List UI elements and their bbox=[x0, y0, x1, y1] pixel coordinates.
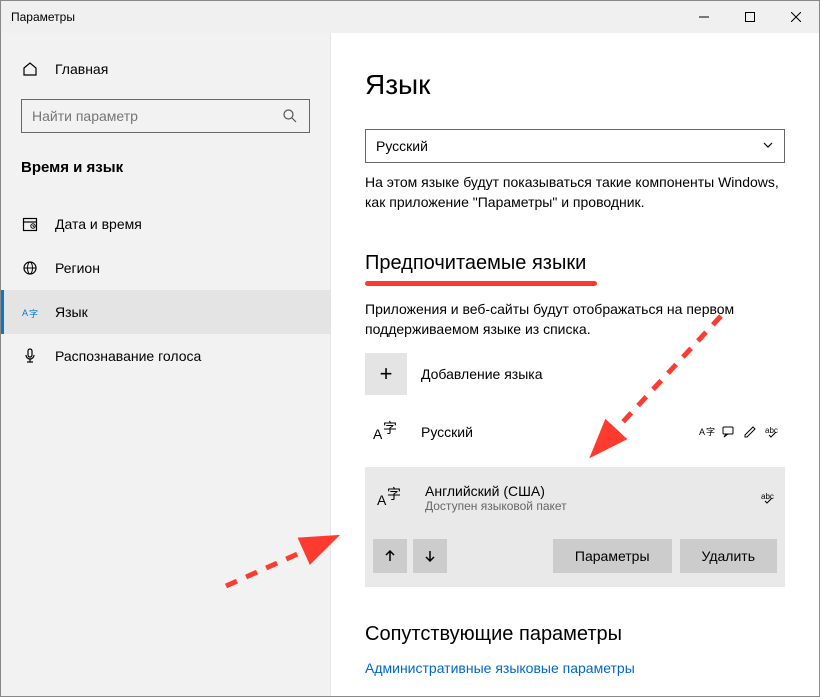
language-feature-badges: abc bbox=[761, 490, 777, 507]
home-link[interactable]: Главная bbox=[1, 53, 330, 93]
display-language-description: На этом языке будут показываться такие к… bbox=[365, 173, 785, 212]
minimize-button[interactable] bbox=[681, 1, 727, 33]
search-field[interactable] bbox=[32, 108, 281, 124]
content-pane: Язык Русский На этом языке будут показыв… bbox=[331, 33, 819, 696]
related-settings-title: Сопутствующие параметры bbox=[365, 623, 785, 646]
svg-text:字: 字 bbox=[29, 308, 38, 319]
language-icon: A字 bbox=[21, 304, 39, 320]
plus-icon: + bbox=[365, 353, 407, 395]
language-actions: Параметры Удалить bbox=[365, 529, 785, 587]
language-name: Английский (США) bbox=[425, 483, 747, 499]
svg-text:A: A bbox=[377, 492, 387, 508]
admin-language-link[interactable]: Административные языковые параметры bbox=[365, 660, 785, 676]
sidebar-item-region[interactable]: Регион bbox=[1, 246, 330, 290]
dropdown-value: Русский bbox=[376, 138, 428, 154]
text-to-speech-badge-icon bbox=[721, 424, 737, 441]
sidebar-item-language[interactable]: A字 Язык bbox=[1, 290, 330, 334]
options-button[interactable]: Параметры bbox=[553, 539, 672, 573]
home-icon bbox=[21, 61, 39, 77]
svg-text:A: A bbox=[22, 308, 28, 318]
language-feature-badges: A字 abc bbox=[699, 424, 781, 441]
sidebar-item-label: Дата и время bbox=[55, 216, 142, 232]
handwriting-badge-icon bbox=[743, 424, 759, 441]
svg-text:A: A bbox=[699, 427, 705, 437]
home-label: Главная bbox=[55, 61, 108, 77]
add-language-label: Добавление языка bbox=[421, 366, 543, 382]
close-button[interactable] bbox=[773, 1, 819, 33]
sidebar-item-label: Язык bbox=[55, 304, 88, 320]
language-glyph-icon: A字 bbox=[369, 477, 411, 519]
svg-text:A: A bbox=[373, 426, 383, 442]
display-language-dropdown[interactable]: Русский bbox=[365, 129, 785, 163]
window-title: Параметры bbox=[11, 10, 75, 24]
sidebar-item-speech[interactable]: Распознавание голоса bbox=[1, 334, 330, 378]
svg-text:字: 字 bbox=[706, 426, 715, 437]
page-title: Язык bbox=[365, 69, 785, 101]
add-language-button[interactable]: + Добавление языка bbox=[365, 353, 785, 395]
svg-text:abc: abc bbox=[761, 492, 774, 501]
maximize-button[interactable] bbox=[727, 1, 773, 33]
sidebar: Главная Время и язык Дата и время Регион… bbox=[1, 33, 331, 696]
chevron-down-icon bbox=[762, 138, 774, 154]
language-subtext: Доступен языковой пакет bbox=[425, 499, 747, 513]
category-title: Время и язык bbox=[1, 151, 330, 190]
svg-text:字: 字 bbox=[387, 486, 401, 502]
search-icon bbox=[281, 108, 299, 124]
spellcheck-badge-icon: abc bbox=[761, 490, 777, 507]
language-glyph-icon: A字 bbox=[365, 411, 407, 453]
preferred-languages-title: Предпочитаемые языки bbox=[365, 252, 785, 275]
svg-text:abc: abc bbox=[765, 426, 778, 435]
language-name: Русский bbox=[421, 424, 685, 440]
preferred-languages-description: Приложения и веб-сайты будут отображатьс… bbox=[365, 300, 785, 339]
language-item-russian[interactable]: A字 Русский A字 abc bbox=[365, 405, 785, 459]
calendar-icon bbox=[21, 216, 39, 232]
remove-button[interactable]: Удалить bbox=[680, 539, 777, 573]
search-input[interactable] bbox=[21, 99, 310, 133]
sidebar-item-datetime[interactable]: Дата и время bbox=[1, 202, 330, 246]
language-item-english[interactable]: A字 Английский (США) Доступен языковой па… bbox=[365, 467, 785, 529]
svg-text:字: 字 bbox=[383, 420, 397, 436]
globe-icon bbox=[21, 260, 39, 276]
move-up-button[interactable] bbox=[373, 539, 407, 573]
move-down-button[interactable] bbox=[413, 539, 447, 573]
annotation-underline bbox=[365, 281, 597, 286]
display-language-badge-icon: A字 bbox=[699, 424, 715, 441]
sidebar-item-label: Регион bbox=[55, 260, 100, 276]
spellcheck-badge-icon: abc bbox=[765, 424, 781, 441]
sidebar-item-label: Распознавание голоса bbox=[55, 348, 201, 364]
titlebar: Параметры bbox=[1, 1, 819, 33]
microphone-icon bbox=[21, 348, 39, 364]
